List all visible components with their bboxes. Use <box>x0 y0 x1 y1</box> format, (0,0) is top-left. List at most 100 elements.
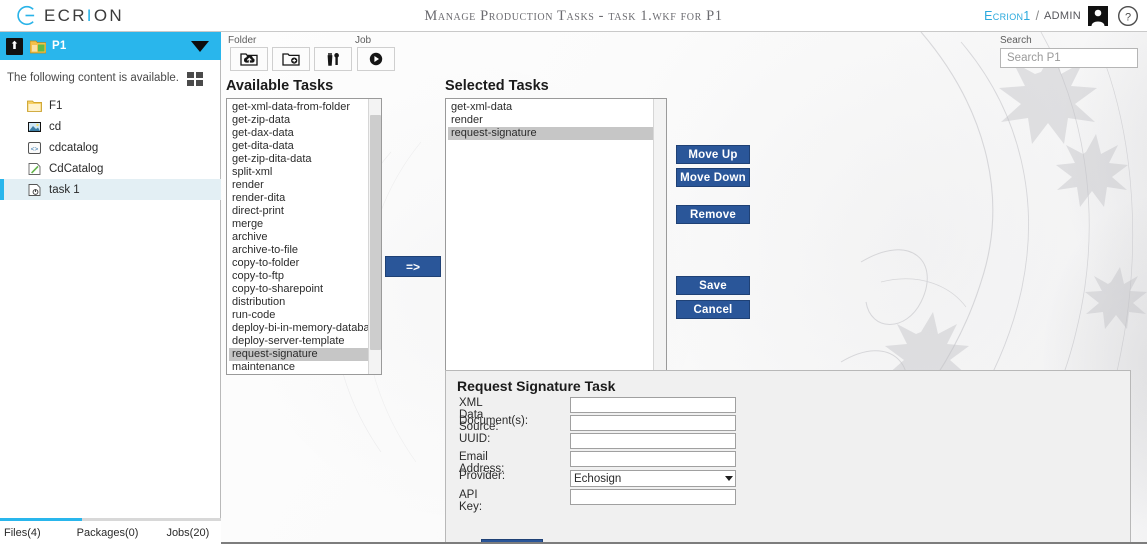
list-item[interactable]: distribution <box>229 296 368 309</box>
play-circle-icon <box>369 52 383 66</box>
project-header[interactable]: ⬆ P1 <box>0 32 221 60</box>
list-item[interactable]: archive-to-file <box>229 244 368 257</box>
list-item-label: F1 <box>49 99 63 112</box>
toolbar: Folder Job Search Search P1 <box>221 32 1147 75</box>
available-tasks-list[interactable]: get-xml-data-from-folder get-zip-data ge… <box>226 98 382 375</box>
tab-files[interactable]: Files(4) <box>4 527 41 539</box>
folder-add-icon <box>282 53 300 66</box>
save-label: Save <box>699 279 727 292</box>
help-icon[interactable]: ? <box>1117 5 1139 27</box>
user-avatar-icon[interactable] <box>1088 6 1108 26</box>
list-item[interactable]: get-xml-data <box>448 101 653 114</box>
selected-tasks-list[interactable]: get-xml-data render request-signature <box>445 98 667 402</box>
email-address-field[interactable] <box>570 451 736 467</box>
selected-tasks-scrollbar[interactable] <box>653 99 666 401</box>
scrollbar-thumb[interactable] <box>370 115 381 350</box>
add-task-button[interactable]: => <box>385 256 441 277</box>
xsl-file-icon <box>28 162 41 175</box>
list-item[interactable]: <> cdcatalog <box>0 137 221 158</box>
arrow-up-icon[interactable]: ⬆ <box>6 37 23 55</box>
workflow-file-icon <box>28 183 41 196</box>
project-name: P1 <box>52 40 67 52</box>
add-task-button-label: => <box>405 259 420 274</box>
file-list: F1 cd <> cdcatalog CdCatalog task 1 <box>0 95 221 200</box>
image-file-icon <box>28 121 41 132</box>
list-item-label: CdCatalog <box>49 162 104 175</box>
search-label: Search <box>1000 35 1032 46</box>
user-name[interactable]: Ecrion1 <box>984 9 1030 23</box>
list-item[interactable]: deploy-server-template <box>229 335 368 348</box>
upload-to-folder-button[interactable] <box>230 47 268 71</box>
cancel-label: Cancel <box>693 303 733 316</box>
list-item[interactable]: deploy-bi-in-memory-database <box>229 322 381 335</box>
user-role: ADMIN <box>1044 10 1081 22</box>
list-item[interactable]: get-xml-data-from-folder <box>229 101 368 114</box>
list-item[interactable]: copy-to-folder <box>229 257 368 270</box>
sidebar-item-label: task 1 <box>49 183 80 196</box>
list-item[interactable]: get-zip-data <box>229 114 368 127</box>
remove-button[interactable]: Remove <box>676 205 750 224</box>
api-key-field[interactable] <box>570 489 736 505</box>
run-job-button[interactable] <box>357 47 395 71</box>
available-tasks-items: get-xml-data-from-folder get-zip-data ge… <box>227 99 381 374</box>
project-folder-icon <box>30 40 46 53</box>
application-window: ECRION Manage Production Tasks - task 1.… <box>0 0 1147 544</box>
list-item[interactable]: archive <box>229 231 368 244</box>
uuid-field[interactable] <box>570 433 736 449</box>
list-item[interactable]: render-dita <box>229 192 368 205</box>
main-content: Folder Job Search Search P1 Available Ta… <box>221 32 1147 544</box>
list-item[interactable]: run-code <box>229 309 368 322</box>
user-area: Ecrion1 / ADMIN ? <box>984 3 1139 29</box>
tools-icon <box>327 53 339 66</box>
list-item[interactable]: get-zip-dita-data <box>229 153 368 166</box>
folder-icon <box>27 100 42 112</box>
save-button[interactable]: Save <box>676 276 750 295</box>
move-down-button[interactable]: Move Down <box>676 168 750 187</box>
xml-data-source-field[interactable] <box>570 397 736 413</box>
search-area: Search <box>1000 35 1147 68</box>
list-item-selected[interactable]: request-signature <box>229 348 368 361</box>
provider-select[interactable]: Echosign <box>570 470 736 487</box>
list-item[interactable]: F1 <box>0 95 221 116</box>
list-item[interactable]: render <box>448 114 653 127</box>
grid-view-icon[interactable] <box>187 72 203 86</box>
list-item[interactable]: direct-print <box>229 205 368 218</box>
folder-settings-button[interactable] <box>314 47 352 71</box>
selected-tasks-items: get-xml-data render request-signature <box>446 99 653 401</box>
provider-selected-value: Echosign <box>574 472 622 485</box>
list-item[interactable]: maintenance <box>229 361 368 374</box>
move-down-label: Move Down <box>680 171 746 184</box>
list-item[interactable]: copy-to-sharepoint <box>229 283 368 296</box>
selected-tasks-title: Selected Tasks <box>445 78 549 94</box>
list-item-label: cdcatalog <box>49 141 99 154</box>
task-form-panel: Request Signature Task XML Data Source: … <box>445 370 1131 544</box>
tab-packages[interactable]: Packages(0) <box>77 527 139 539</box>
list-item[interactable]: split-xml <box>229 166 368 179</box>
remove-label: Remove <box>690 208 736 221</box>
caret-down-icon[interactable] <box>191 40 209 52</box>
new-folder-button[interactable] <box>272 47 310 71</box>
available-tasks-scrollbar[interactable] <box>368 99 381 374</box>
search-field[interactable] <box>1000 48 1147 68</box>
list-item[interactable]: render <box>229 179 368 192</box>
list-item[interactable]: get-dita-data <box>229 140 368 153</box>
page-title: Manage Production Tasks - task 1.wkf for… <box>424 8 723 24</box>
user-separator: / <box>1035 9 1040 23</box>
search-input[interactable] <box>1005 51 1147 65</box>
list-item[interactable]: copy-to-ftp <box>229 270 368 283</box>
top-bar: ECRION Manage Production Tasks - task 1.… <box>0 0 1147 32</box>
list-item-selected[interactable]: request-signature <box>448 127 653 140</box>
list-item[interactable]: get-dax-data <box>229 127 368 140</box>
provider-label: Provider: <box>459 470 506 482</box>
svg-text:?: ? <box>1125 11 1131 23</box>
sidebar-item-task-1[interactable]: task 1 <box>0 179 221 200</box>
move-up-button[interactable]: Move Up <box>676 145 750 164</box>
uuid-label: UUID: <box>459 433 491 445</box>
documents-field[interactable] <box>570 415 736 431</box>
list-item[interactable]: merge <box>229 218 368 231</box>
folder-upload-icon <box>240 53 258 66</box>
tab-jobs[interactable]: Jobs(20) <box>166 527 209 539</box>
list-item[interactable]: cd <box>0 116 221 137</box>
list-item[interactable]: CdCatalog <box>0 158 221 179</box>
cancel-button[interactable]: Cancel <box>676 300 750 319</box>
